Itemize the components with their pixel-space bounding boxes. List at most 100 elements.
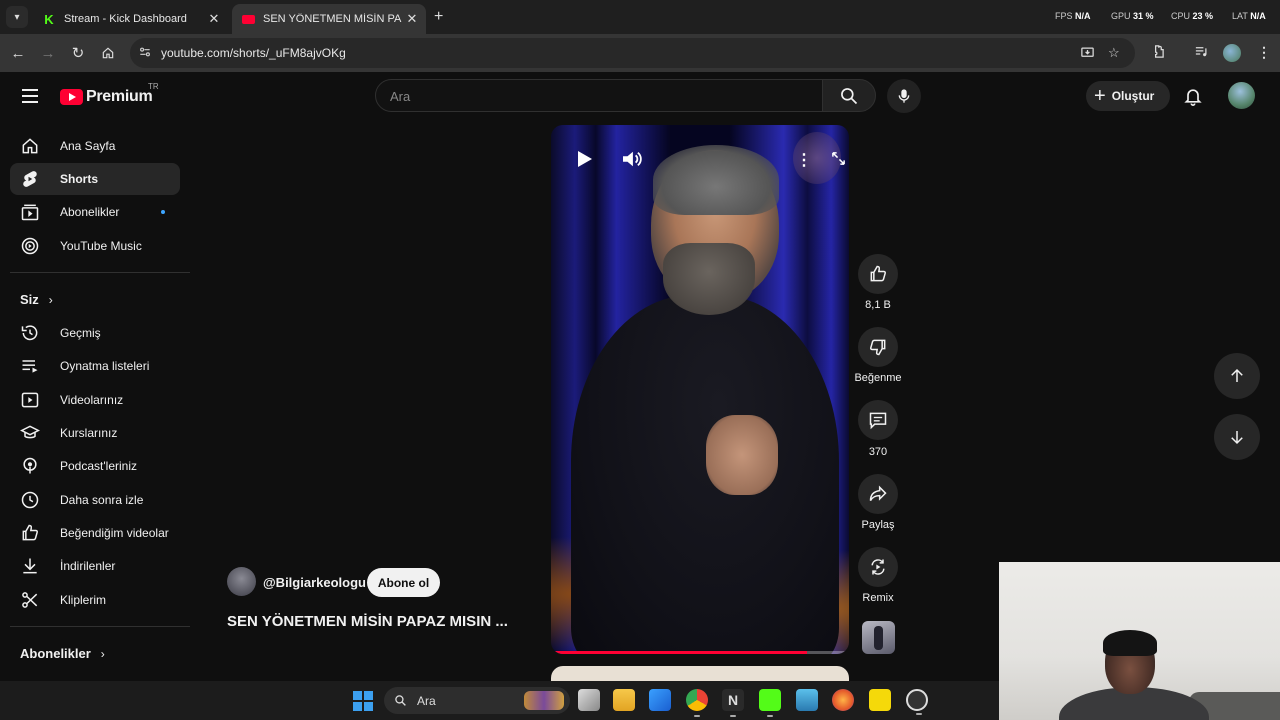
sidebar-item-label: Videolarınız: [60, 393, 124, 407]
home-icon: [20, 136, 40, 156]
kick-app-icon[interactable]: [759, 689, 781, 717]
sidebar-item-shorts[interactable]: Shorts: [10, 163, 180, 195]
heading-label: Siz: [20, 292, 39, 307]
sidebar-item-podcasts[interactable]: Podcast'leriniz: [10, 450, 180, 482]
hud-gpu-value: 31 %: [1133, 11, 1154, 21]
browser-menu-icon[interactable]: ⋮: [1257, 44, 1271, 61]
install-app-icon[interactable]: [1080, 45, 1095, 63]
home-icon[interactable]: [98, 43, 118, 63]
download-icon: [20, 556, 40, 576]
windows-start-icon[interactable]: [353, 691, 373, 711]
video-person-hair: [653, 145, 779, 215]
reload-icon[interactable]: ↻: [68, 43, 88, 63]
sidebar-item-label: Ana Sayfa: [60, 139, 116, 153]
sidebar-item-downloads[interactable]: İndirilenler: [10, 550, 180, 582]
channel-avatar[interactable]: [227, 567, 256, 596]
sidebar-item-courses[interactable]: Kurslarınız: [10, 417, 180, 449]
subscriptions-icon: [20, 202, 40, 222]
forward-icon[interactable]: →: [38, 43, 58, 63]
audio-source-thumbnail[interactable]: [862, 621, 895, 654]
url-text: youtube.com/shorts/_uFM8ajvOKg: [161, 46, 346, 60]
sidebar-heading-subscriptions[interactable]: Abonelikler ›: [20, 646, 105, 661]
tab-close-icon[interactable]: ✕: [204, 11, 224, 27]
obs-studio-icon[interactable]: [906, 689, 928, 715]
thumbs-up-icon: [870, 265, 886, 282]
channel-name[interactable]: @Bilgiarkeologu: [263, 575, 366, 590]
sidebar-heading-you[interactable]: Siz ›: [20, 292, 53, 307]
menu-icon[interactable]: [22, 89, 38, 107]
extensions-icon[interactable]: [1150, 44, 1165, 62]
shorts-video-player[interactable]: ⋮: [551, 125, 849, 654]
sticky-notes-icon[interactable]: [869, 689, 891, 711]
create-button[interactable]: + Oluştur: [1086, 81, 1170, 111]
like-button[interactable]: [858, 254, 898, 294]
task-view-icon[interactable]: [578, 689, 600, 711]
tab-close-icon[interactable]: ✕: [402, 11, 422, 27]
sidebar-item-label: Abonelikler: [60, 205, 120, 219]
sidebar-item-label: Oynatma listeleri: [60, 359, 150, 373]
site-info-icon[interactable]: [138, 45, 154, 61]
video-progress-bar[interactable]: [551, 651, 849, 654]
hud-cpu-value: 23 %: [1192, 11, 1214, 21]
volume-icon[interactable]: [621, 150, 643, 173]
play-icon[interactable]: [577, 150, 593, 173]
hud-cpu: CPU 23 %: [1171, 11, 1213, 21]
dislike-button[interactable]: [858, 327, 898, 367]
media-controls-icon[interactable]: [1194, 44, 1209, 62]
tab-title: Stream - Kick Dashboard: [64, 13, 187, 25]
shorts-icon: [20, 169, 40, 189]
file-explorer-icon[interactable]: [613, 689, 635, 711]
hud-fps: FPS N/A: [1055, 11, 1091, 21]
search-icon: [841, 87, 858, 104]
comment-icon: [869, 412, 887, 430]
search-button[interactable]: [822, 79, 876, 112]
taskbar-search-label: Ara: [417, 693, 436, 708]
next-short-button[interactable]: [1214, 414, 1260, 460]
tab-search-button[interactable]: ▾: [6, 6, 28, 28]
comments-button[interactable]: [858, 400, 898, 440]
subscribe-button[interactable]: Abone ol: [367, 568, 440, 597]
search-icon: [395, 695, 406, 706]
short-title[interactable]: SEN YÖNETMEN MİSİN PAPAZ MISIN ...: [227, 613, 527, 630]
more-options-icon[interactable]: ⋮: [796, 150, 812, 170]
hud-gpu: GPU 31 %: [1111, 11, 1154, 21]
address-bar[interactable]: youtube.com/shorts/_uFM8ajvOKg ☆: [130, 38, 1135, 68]
account-avatar[interactable]: [1228, 82, 1255, 109]
sidebar-item-your-videos[interactable]: Videolarınız: [10, 384, 180, 416]
sidebar-item-playlists[interactable]: Oynatma listeleri: [10, 350, 180, 382]
youtube-premium-logo[interactable]: Premium TR: [60, 82, 159, 106]
chevron-right-icon: ›: [100, 646, 105, 661]
video-person-body: [571, 295, 839, 654]
new-tab-button[interactable]: +: [434, 8, 443, 26]
profile-avatar[interactable]: [1223, 44, 1241, 62]
mail-icon[interactable]: [649, 689, 671, 711]
search-input[interactable]: Ara: [375, 79, 823, 112]
tab-youtube-short[interactable]: SEN YÖNETMEN MİSİN PAPAZ MISIN ✕: [232, 4, 426, 34]
firefox-icon[interactable]: [832, 689, 854, 711]
region-code: TR: [148, 82, 159, 91]
notifications-bell-icon[interactable]: [1183, 85, 1203, 112]
back-icon[interactable]: ←: [8, 43, 28, 63]
sidebar-item-label: YouTube Music: [60, 239, 142, 253]
share-button[interactable]: [858, 474, 898, 514]
sidebar-item-watch-later[interactable]: Daha sonra izle: [10, 484, 180, 516]
tab-kick-dashboard[interactable]: K Stream - Kick Dashboard ✕: [32, 4, 228, 34]
taskbar-search[interactable]: Ara: [384, 687, 570, 714]
chrome-icon[interactable]: [686, 689, 708, 717]
sidebar-item-clips[interactable]: Kliplerim: [10, 584, 180, 616]
notion-icon[interactable]: N: [722, 689, 744, 717]
sidebar-item-liked-videos[interactable]: Beğendiğim videolar: [10, 517, 180, 549]
bookmark-star-icon[interactable]: ☆: [1108, 45, 1120, 61]
courses-icon: [20, 423, 40, 443]
remix-button[interactable]: [858, 547, 898, 587]
clips-icon: [20, 590, 40, 610]
voice-search-button[interactable]: [887, 79, 921, 113]
previous-short-button[interactable]: [1214, 353, 1260, 399]
media-app-icon[interactable]: [796, 689, 818, 711]
music-icon: [20, 236, 40, 256]
sidebar-item-youtube-music[interactable]: YouTube Music: [10, 230, 180, 262]
fullscreen-icon[interactable]: [831, 151, 846, 171]
sidebar-item-home[interactable]: Ana Sayfa: [10, 130, 180, 162]
sidebar-item-history[interactable]: Geçmiş: [10, 317, 180, 349]
sidebar-item-subscriptions[interactable]: Abonelikler: [10, 196, 180, 228]
